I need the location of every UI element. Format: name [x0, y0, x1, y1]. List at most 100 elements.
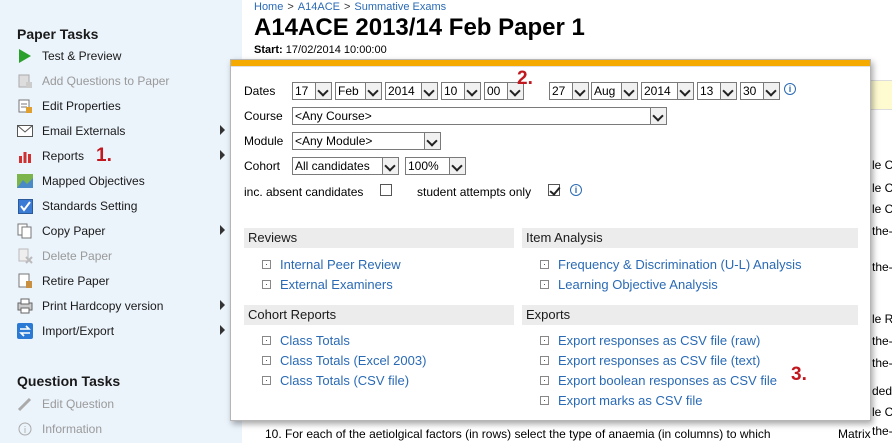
cohort-reports-heading: Cohort Reports [244, 305, 514, 325]
print-icon [16, 298, 34, 314]
link-learning-objective-analysis[interactable]: Learning Objective Analysis [540, 274, 718, 294]
add-questions-icon [16, 73, 34, 89]
bg-fragment: the- [872, 424, 892, 438]
bg-fragment: le C [872, 405, 892, 419]
menu-retire-paper[interactable]: Retire Paper [16, 270, 230, 292]
bg-fragment: the- [872, 260, 892, 274]
menu-copy-paper[interactable]: Copy Paper [16, 220, 230, 242]
annotation-three: 3. [791, 364, 807, 385]
doc-icon [540, 335, 549, 345]
submenu-arrow-icon [220, 300, 225, 310]
menu-test-preview[interactable]: Test & Preview [16, 45, 230, 67]
link-frequency-discrimination[interactable]: Frequency & Discrimination (U-L) Analysi… [540, 254, 801, 274]
doc-icon [540, 355, 549, 365]
menu-label: Email Externals [42, 124, 126, 138]
to-hour-select[interactable]: 13 [697, 82, 737, 100]
doc-icon [262, 259, 271, 269]
bg-fragment: le C [872, 181, 892, 195]
doc-icon [262, 335, 271, 345]
reviews-heading: Reviews [244, 228, 514, 248]
breadcrumb-home[interactable]: Home [254, 1, 283, 13]
import-export-icon [16, 323, 34, 339]
course-label: Course [244, 109, 283, 123]
doc-icon [540, 259, 549, 269]
course-select[interactable]: <Any Course> [292, 107, 667, 125]
link-class-totals[interactable]: Class Totals [262, 330, 350, 350]
student-attempts-checkbox[interactable] [548, 184, 560, 196]
question-text: 10. For each of the aetiolgical factors … [265, 427, 771, 441]
menu-standards-setting[interactable]: Standards Setting [16, 195, 230, 217]
doc-icon [262, 355, 271, 365]
menu-label: Add Questions to Paper [42, 74, 170, 88]
link-external-examiners[interactable]: External Examiners [262, 274, 393, 294]
exports-heading: Exports [522, 305, 858, 325]
bg-fragment: le C [872, 202, 892, 216]
dates-label: Dates [244, 84, 276, 98]
menu-information: i Information [16, 418, 230, 440]
menu-print-hardcopy[interactable]: Print Hardcopy version [16, 295, 230, 317]
chevron-down-icon [424, 133, 440, 149]
menu-label: Copy Paper [42, 224, 106, 238]
link-export-text[interactable]: Export responses as CSV file (text) [540, 350, 760, 370]
menu-reports[interactable]: Reports [16, 145, 230, 167]
link-internal-peer-review[interactable]: Internal Peer Review [262, 254, 401, 274]
doc-icon [540, 375, 549, 385]
submenu-arrow-icon [220, 125, 225, 135]
to-year-select[interactable]: 2014 [641, 82, 694, 100]
link-class-totals-csv[interactable]: Class Totals (CSV file) [262, 370, 409, 390]
bg-fragment: the- [872, 334, 892, 348]
to-month-select[interactable]: Aug [591, 82, 638, 100]
from-year-select[interactable]: 2014 [385, 82, 438, 100]
copy-icon [16, 223, 34, 239]
annotation-two: 2. [517, 68, 533, 89]
map-icon [16, 173, 34, 189]
module-select[interactable]: <Any Module> [292, 132, 441, 150]
reports-popup: Dates 17 Feb 2014 10 00 27 Aug 2014 13 3… [230, 59, 871, 421]
menu-label: Test & Preview [42, 49, 122, 63]
to-day-select[interactable]: 27 [549, 82, 589, 100]
doc-icon [540, 395, 549, 405]
link-export-boolean[interactable]: Export boolean responses as CSV file [540, 370, 777, 390]
dates-info-icon[interactable]: i [784, 83, 796, 95]
link-class-totals-excel[interactable]: Class Totals (Excel 2003) [262, 350, 426, 370]
menu-mapped-objectives[interactable]: Mapped Objectives [16, 170, 230, 192]
menu-label: Edit Question [42, 397, 115, 411]
edit-properties-icon [16, 98, 34, 114]
cohort-label: Cohort [244, 159, 281, 173]
link-export-raw[interactable]: Export responses as CSV file (raw) [540, 330, 760, 350]
bg-fragment: ded [872, 384, 892, 398]
breadcrumb: Home > A14ACE > Summative Exams [254, 1, 447, 13]
submenu-arrow-icon [220, 225, 225, 235]
breadcrumb-module[interactable]: A14ACE [298, 1, 340, 13]
student-attempts-label: student attempts only [417, 185, 532, 199]
chevron-down-icon [621, 83, 637, 99]
popup-accent-bar [231, 60, 870, 67]
start-label: Start: [254, 44, 283, 56]
menu-email-externals[interactable]: Email Externals [16, 120, 230, 142]
module-label: Module [244, 134, 284, 148]
menu-edit-properties[interactable]: Edit Properties [16, 95, 230, 117]
from-day-select[interactable]: 17 [292, 82, 332, 100]
item-analysis-heading: Item Analysis [522, 228, 858, 248]
pencil-icon [16, 396, 34, 412]
menu-edit-question: Edit Question [16, 393, 230, 415]
retire-icon [16, 273, 34, 289]
from-month-select[interactable]: Feb [335, 82, 382, 100]
student-attempts-info-icon[interactable]: i [570, 184, 582, 196]
cohort-select[interactable]: All candidates [292, 157, 399, 175]
absent-checkbox[interactable] [380, 184, 392, 196]
menu-label: Edit Properties [42, 99, 121, 113]
annotation-one: 1. [96, 145, 112, 166]
from-hour-select[interactable]: 10 [441, 82, 481, 100]
to-minute-select[interactable]: 30 [740, 82, 780, 100]
absent-label: inc. absent candidates [244, 185, 364, 199]
chevron-down-icon [650, 108, 666, 124]
page-title: A14ACE 2013/14 Feb Paper 1 [254, 14, 585, 41]
link-export-marks[interactable]: Export marks as CSV file [540, 390, 703, 410]
bg-fragment: the- [872, 224, 892, 238]
percent-select[interactable]: 100% [405, 157, 466, 175]
menu-import-export[interactable]: Import/Export [16, 320, 230, 342]
breadcrumb-summative[interactable]: Summative Exams [354, 1, 446, 13]
doc-icon [540, 279, 549, 289]
menu-label: Reports [42, 149, 85, 163]
